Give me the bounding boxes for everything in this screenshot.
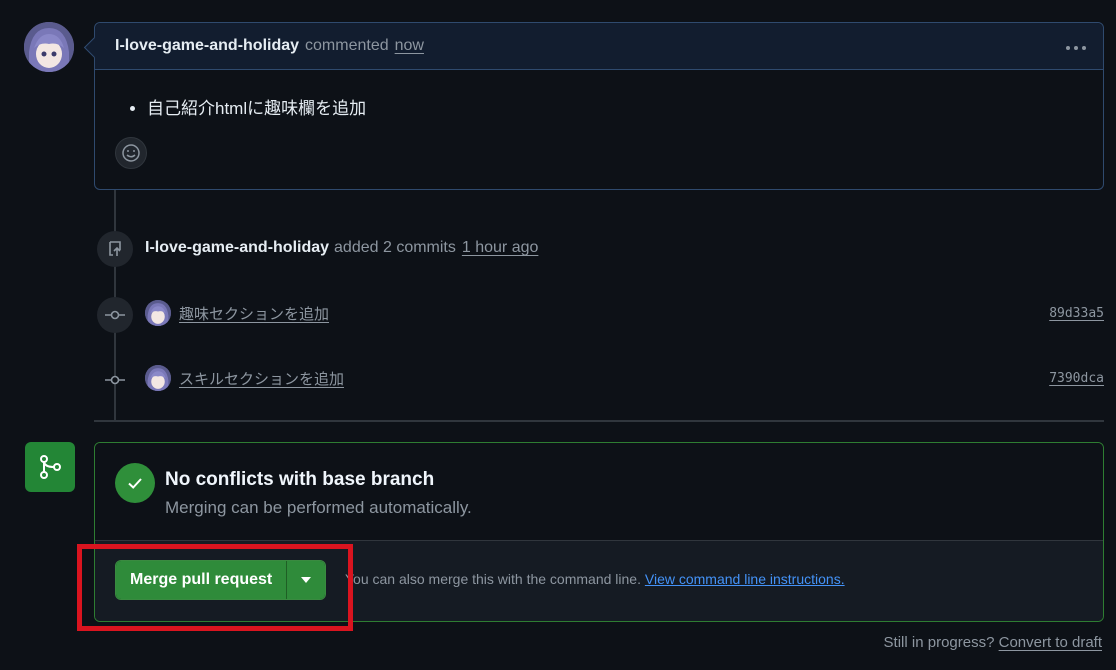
commit-author-avatar[interactable] bbox=[145, 365, 171, 391]
commit-sha-link[interactable]: 7390dca bbox=[1049, 371, 1104, 386]
comment-body: 自己紹介htmlに趣味欄を追加 bbox=[95, 70, 1103, 119]
commit-sha-link[interactable]: 89d33a5 bbox=[1049, 306, 1104, 321]
comment-header: I-love-game-and-holiday commented now bbox=[95, 23, 1103, 70]
commit-message-link[interactable]: スキルセクションを追加 bbox=[179, 368, 344, 389]
commit-author-avatar[interactable] bbox=[145, 300, 171, 326]
smiley-icon[interactable] bbox=[115, 137, 147, 169]
push-time[interactable]: 1 hour ago bbox=[462, 239, 539, 257]
convert-to-draft-link[interactable]: Convert to draft bbox=[999, 634, 1102, 651]
commit-row: 趣味セクションを追加 89d33a5 bbox=[145, 300, 1104, 326]
annotation-highlight-box bbox=[77, 544, 353, 631]
comment-time[interactable]: now bbox=[395, 37, 424, 55]
merge-status-subtitle: Merging can be performed automatically. bbox=[165, 498, 472, 517]
timeline-divider bbox=[94, 420, 1104, 422]
push-action: added 2 commits bbox=[334, 239, 456, 256]
repo-push-icon bbox=[97, 231, 133, 267]
git-commit-icon bbox=[97, 362, 133, 398]
check-icon bbox=[115, 463, 155, 503]
command-line-text: You can also merge this with the command… bbox=[345, 571, 641, 587]
git-commit-icon bbox=[97, 297, 133, 333]
comment-action: commented bbox=[305, 37, 389, 54]
push-author[interactable]: I-love-game-and-holiday bbox=[145, 239, 329, 257]
push-event: I-love-game-and-holiday added 2 commits … bbox=[145, 239, 538, 257]
commit-row: スキルセクションを追加 7390dca bbox=[145, 365, 1104, 391]
comment-author[interactable]: I-love-game-and-holiday bbox=[115, 37, 299, 55]
git-merge-icon bbox=[25, 442, 75, 492]
commenter-avatar[interactable] bbox=[24, 22, 74, 72]
comment-list-item: 自己紹介htmlに趣味欄を追加 bbox=[147, 94, 1073, 119]
draft-note-text: Still in progress? bbox=[883, 634, 995, 651]
command-line-instructions-link[interactable]: View command line instructions. bbox=[645, 571, 845, 587]
comment-card: I-love-game-and-holiday commented now 自己… bbox=[94, 22, 1104, 190]
kebab-horizontal-icon[interactable] bbox=[1065, 35, 1087, 58]
commit-message-link[interactable]: 趣味セクションを追加 bbox=[179, 303, 329, 324]
merge-status-title: No conflicts with base branch bbox=[165, 469, 435, 490]
merge-status: No conflicts with base branch Merging ca… bbox=[95, 443, 1103, 541]
draft-note: Still in progress? Convert to draft bbox=[884, 634, 1102, 651]
command-line-hint: You can also merge this with the command… bbox=[345, 571, 845, 587]
